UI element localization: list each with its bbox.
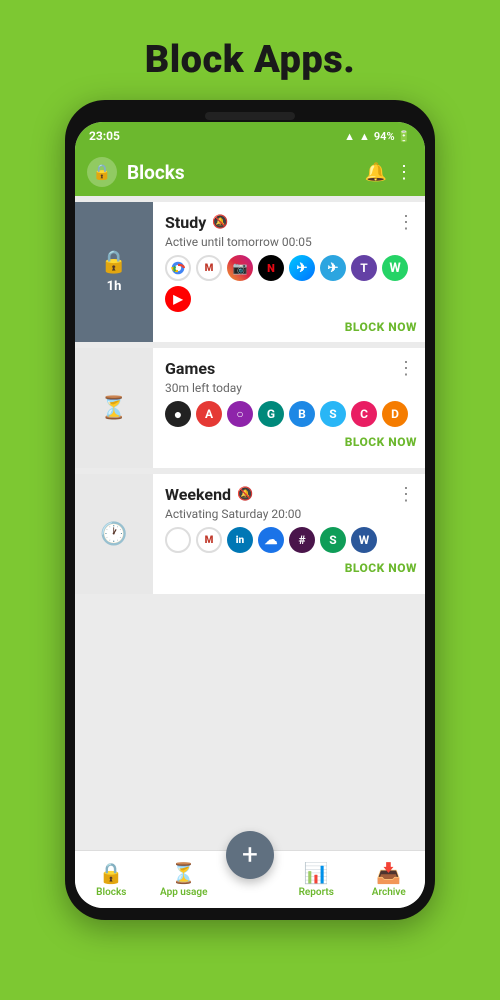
weekend-app-word: W bbox=[351, 527, 377, 553]
notification-icon[interactable]: 🔔 bbox=[365, 162, 387, 183]
study-app-netflix: N bbox=[258, 255, 284, 281]
content-area: 🔒 1h Study 🔕 ⋮ Active until tomorrow 00:… bbox=[75, 196, 425, 850]
study-app-youtube: ▶ bbox=[165, 286, 191, 312]
app-bar: 🔒 Blocks 🔔 ⋮ bbox=[75, 148, 425, 196]
study-app-telegram: ✈ bbox=[320, 255, 346, 281]
games-menu-icon[interactable]: ⋮ bbox=[395, 358, 417, 379]
weekend-clock-icon: 🕐 bbox=[100, 522, 127, 547]
weekend-bell-icon: 🔕 bbox=[237, 487, 253, 502]
weekend-app-cloud: ☁ bbox=[258, 527, 284, 553]
block-left-weekend: 🕐 bbox=[75, 474, 153, 594]
games-timer-icon: ⏳ bbox=[100, 396, 127, 421]
wifi-icon: ▲ bbox=[344, 130, 355, 143]
study-app-twitch: T bbox=[351, 255, 377, 281]
bottom-nav: 🔒 Blocks ⏳ App usage 📊 Reports 📥 Archive… bbox=[75, 850, 425, 908]
study-app-messenger: ✈ bbox=[289, 255, 315, 281]
games-app-8: D bbox=[382, 401, 408, 427]
page-title: Block Apps. bbox=[145, 38, 356, 82]
study-lock-icon: 🔒 bbox=[100, 250, 127, 275]
games-app-5: B bbox=[289, 401, 315, 427]
weekend-app-linkedin: in bbox=[227, 527, 253, 553]
study-app-gmail: M bbox=[196, 255, 222, 281]
nav-reports-label: Reports bbox=[299, 887, 334, 898]
games-app-3: ○ bbox=[227, 401, 253, 427]
weekend-block-name: Weekend bbox=[165, 485, 231, 504]
nav-item-reports[interactable]: 📊 Reports bbox=[280, 861, 353, 898]
block-header-games: Games ⋮ bbox=[165, 358, 417, 379]
games-app-icons: ● A ○ G B S C D bbox=[165, 401, 417, 427]
nav-app-usage-icon: ⏳ bbox=[171, 861, 196, 885]
status-time: 23:05 bbox=[89, 129, 120, 143]
block-right-weekend: Weekend 🔕 ⋮ Activating Saturday 20:00 △ … bbox=[153, 474, 425, 594]
phone-frame: 23:05 ▲ ▲ 94% 🔋 🔒 Blocks 🔔 ⋮ 🔒 bbox=[65, 100, 435, 920]
block-name-row-study: Study 🔕 bbox=[165, 213, 228, 232]
games-app-1: ● bbox=[165, 401, 191, 427]
games-block-now-btn[interactable]: BLOCK NOW bbox=[345, 435, 417, 449]
study-bell-icon: 🔕 bbox=[212, 215, 228, 230]
block-card-weekend: 🕐 Weekend 🔕 ⋮ Activating Saturday 20:00 … bbox=[75, 474, 425, 594]
nav-app-usage-label: App usage bbox=[160, 887, 207, 898]
weekend-block-now-btn[interactable]: BLOCK NOW bbox=[345, 561, 417, 575]
nav-archive-icon: 📥 bbox=[376, 861, 401, 885]
block-name-row-games: Games bbox=[165, 359, 215, 378]
block-header-weekend: Weekend 🔕 ⋮ bbox=[165, 484, 417, 505]
battery-indicator: 94% 🔋 bbox=[374, 130, 411, 143]
study-block-name: Study bbox=[165, 213, 206, 232]
games-app-6: S bbox=[320, 401, 346, 427]
study-time-label: 1h bbox=[107, 279, 122, 294]
weekend-app-gdrive: △ bbox=[165, 527, 191, 553]
block-right-games: Games ⋮ 30m left today ● A ○ G B S C D bbox=[153, 348, 425, 468]
games-app-4: G bbox=[258, 401, 284, 427]
nav-archive-label: Archive bbox=[372, 887, 406, 898]
more-options-icon[interactable]: ⋮ bbox=[395, 162, 413, 183]
block-left-games: ⏳ bbox=[75, 348, 153, 468]
phone-notch bbox=[205, 112, 295, 120]
weekend-app-sheets: S bbox=[320, 527, 346, 553]
games-block-name: Games bbox=[165, 359, 215, 378]
signal-icon: ▲ bbox=[359, 130, 370, 143]
weekend-app-gmail: M bbox=[196, 527, 222, 553]
weekend-subtitle: Activating Saturday 20:00 bbox=[165, 507, 417, 521]
study-app-chrome bbox=[165, 255, 191, 281]
empty-area bbox=[75, 594, 425, 850]
status-bar: 23:05 ▲ ▲ 94% 🔋 bbox=[75, 122, 425, 148]
nav-reports-icon: 📊 bbox=[304, 861, 329, 885]
block-card-study: 🔒 1h Study 🔕 ⋮ Active until tomorrow 00:… bbox=[75, 202, 425, 342]
study-app-icons: M 📷 N ✈ ✈ T W ▶ bbox=[165, 255, 417, 312]
games-subtitle: 30m left today bbox=[165, 381, 417, 395]
nav-item-app-usage[interactable]: ⏳ App usage bbox=[148, 861, 221, 898]
study-block-now-btn[interactable]: BLOCK NOW bbox=[345, 320, 417, 334]
study-subtitle: Active until tomorrow 00:05 bbox=[165, 235, 417, 249]
study-app-instagram: 📷 bbox=[227, 255, 253, 281]
nav-blocks-label: Blocks bbox=[96, 887, 126, 898]
app-bar-actions: 🔔 ⋮ bbox=[365, 162, 413, 183]
nav-blocks-icon: 🔒 bbox=[99, 861, 124, 885]
study-app-whatsapp: W bbox=[382, 255, 408, 281]
status-icons: ▲ ▲ 94% 🔋 bbox=[344, 130, 411, 143]
app-bar-logo: 🔒 bbox=[87, 157, 117, 187]
phone-screen: 23:05 ▲ ▲ 94% 🔋 🔒 Blocks 🔔 ⋮ 🔒 bbox=[75, 122, 425, 908]
lock-icon: 🔒 bbox=[93, 163, 112, 181]
games-app-7: C bbox=[351, 401, 377, 427]
weekend-app-slack: # bbox=[289, 527, 315, 553]
games-app-2: A bbox=[196, 401, 222, 427]
block-right-study: Study 🔕 ⋮ Active until tomorrow 00:05 M … bbox=[153, 202, 425, 342]
app-bar-title: Blocks bbox=[127, 161, 355, 184]
nav-item-blocks[interactable]: 🔒 Blocks bbox=[75, 861, 148, 898]
block-card-games: ⏳ Games ⋮ 30m left today ● A ○ G bbox=[75, 348, 425, 468]
block-name-row-weekend: Weekend 🔕 bbox=[165, 485, 253, 504]
study-menu-icon[interactable]: ⋮ bbox=[395, 212, 417, 233]
nav-item-archive[interactable]: 📥 Archive bbox=[353, 861, 426, 898]
phone-notch-bar bbox=[75, 112, 425, 120]
nav-fab-button[interactable]: + bbox=[226, 831, 274, 879]
weekend-app-icons: △ M in ☁ # S W bbox=[165, 527, 417, 553]
nav-fab-plus-icon: + bbox=[242, 841, 258, 869]
block-header-study: Study 🔕 ⋮ bbox=[165, 212, 417, 233]
weekend-menu-icon[interactable]: ⋮ bbox=[395, 484, 417, 505]
block-left-study: 🔒 1h bbox=[75, 202, 153, 342]
